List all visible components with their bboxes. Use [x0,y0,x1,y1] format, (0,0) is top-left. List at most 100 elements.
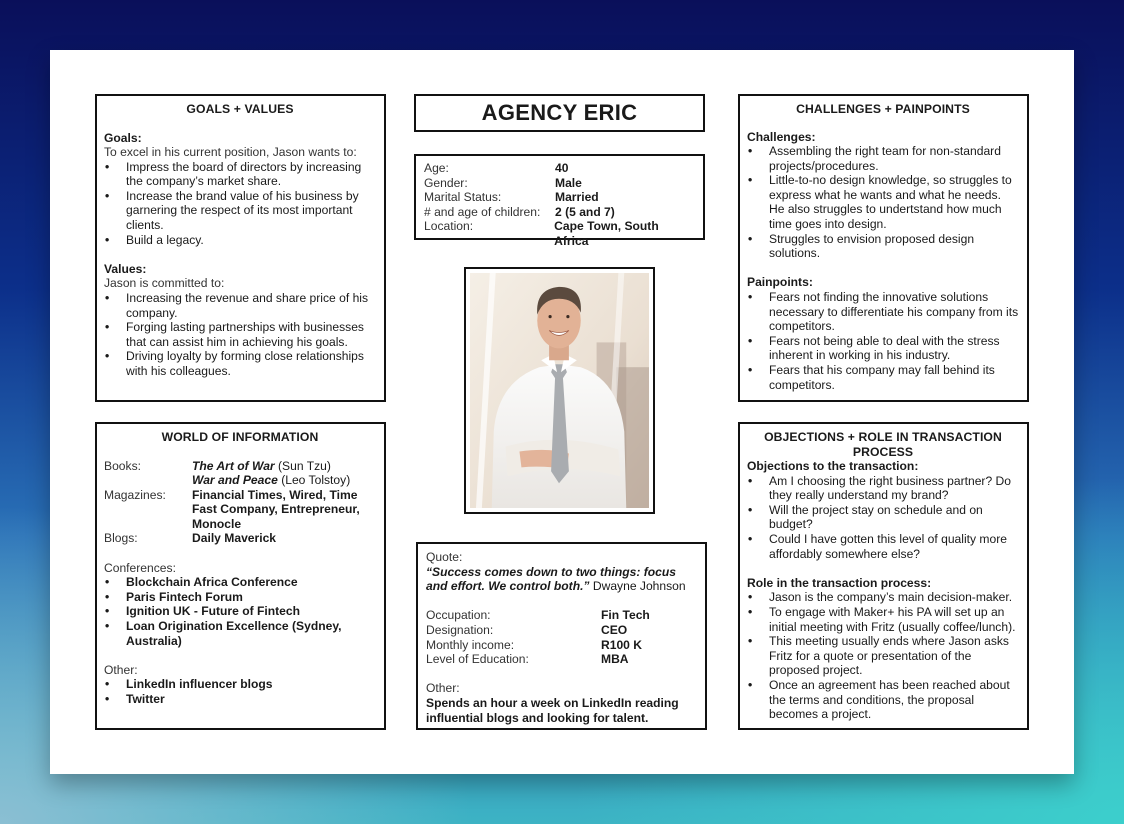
challenge-item: Assembling the right team for non-standa… [747,144,1019,173]
detail-value: Fin Tech [601,608,650,623]
demographic-label: Gender: [424,175,468,190]
objections-role-box: OBJECTIONS + ROLE IN TRANSACTION PROCESS… [738,422,1029,730]
conference-item: Loan Origination Excellence (Sydney, Aus… [104,619,376,648]
demographic-row-marital-status: Marital Status: Married [424,190,695,205]
detail-row-monthly-income: Monthly income: R100 K [426,638,697,653]
goals-list: Impress the board of directors by increa… [104,160,376,248]
detail-row-occupation: Occupation: Fin Tech [426,608,697,623]
challenges-painpoints-title: CHALLENGES + PAINPOINTS [796,102,970,116]
objections-heading: Objections to the transaction: [747,459,919,473]
other-list: LinkedIn influencer blogs Twitter [104,677,376,706]
books-row: Books: The Art of War (Sun Tzu) War and … [104,459,376,488]
magazines-row: Magazines: Financial Times, Wired, Time … [104,488,376,532]
goals-values-title: GOALS + VALUES [186,102,294,116]
role-item: Once an agreement has been reached about… [747,678,1019,722]
challenges-list: Assembling the right team for non-standa… [747,144,1019,261]
conferences-label: Conferences: [104,560,176,575]
detail-label: Designation: [426,622,494,637]
painpoint-item: Fears not finding the innovative solutio… [747,290,1019,334]
quote-text: “Success comes down to two things: focus… [426,565,697,594]
demographic-label: # and age of children: [424,204,541,219]
role-item: To engage with Maker+ his PA will set up… [747,605,1019,634]
demographics-box: Age: 40 Gender: Male Marital Status: Mar… [414,154,705,248]
book-item: The Art of War (Sun Tzu) [192,458,331,473]
goals-intro: To excel in his current position, Jason … [104,145,357,160]
values-heading: Values: [104,261,147,276]
value-item: Increasing the revenue and share price o… [104,291,376,320]
persona-photo-frame [464,267,655,514]
persona-title-box: AGENCY ERIC [414,94,705,132]
world-of-information-title: WORLD OF INFORMATION [161,430,319,444]
painpoint-item: Fears that his company may fall behind i… [747,363,1019,392]
quote-author: Dwayne Johnson [592,579,686,594]
persona-photo-illustration [470,273,649,508]
other-label: Other: [426,681,460,696]
other-item: LinkedIn influencer blogs [104,677,376,692]
persona-photo-icon [470,273,649,508]
demographic-row-age: Age: 40 [424,161,695,176]
other-item: Twitter [104,692,376,707]
goal-item: Build a legacy. [104,233,376,248]
demographic-value: Married [555,190,599,205]
detail-label: Monthly income: [426,637,515,652]
conference-item: Paris Fintech Forum [104,590,376,605]
goal-item: Impress the board of directors by increa… [104,160,376,189]
demographic-value: Cape Town, South Africa [554,219,659,248]
detail-label: Level of Education: [426,652,529,667]
demographic-value: Male [555,175,582,190]
detail-label: Occupation: [426,608,491,623]
goal-item: Increase the brand value of his business… [104,189,376,233]
objection-item: Will the project stay on schedule and on… [747,503,1019,532]
role-item: Jason is the company’s main decision-mak… [747,590,1019,605]
demographic-row-children: # and age of children: 2 (5 and 7) [424,205,695,220]
demographic-value: 40 [555,161,569,175]
conference-item: Blockchain Africa Conference [104,575,376,590]
challenges-heading: Challenges: [747,129,816,144]
demographic-row-gender: Gender: Male [424,176,695,191]
values-list: Increasing the revenue and share price o… [104,291,376,379]
value-item: Driving loyalty by forming close relatio… [104,349,376,378]
demographic-label: Location: [424,219,474,234]
detail-value: CEO [601,622,628,637]
conferences-list: Blockchain Africa Conference Paris Finte… [104,575,376,648]
role-item: This meeting usually ends where Jason as… [747,634,1019,678]
book-item: War and Peace (Leo Tolstoy) [192,473,351,488]
persona-sheet: GOALS + VALUES Goals: To excel in his cu… [50,50,1074,774]
other-label: Other: [104,662,138,677]
painpoints-heading: Painpoints: [747,275,813,290]
quote-occupation-box: Quote: “Success comes down to two things… [416,542,707,730]
demographic-label: Age: [424,161,449,175]
detail-value: R100 K [601,637,643,652]
painpoint-item: Fears not being able to deal with the st… [747,334,1019,363]
detail-value: MBA [601,652,629,667]
challenge-item: Little-to-no design knowledge, so strugg… [747,173,1019,231]
demographic-value: 2 (5 and 7) [555,204,615,219]
painpoints-list: Fears not finding the innovative solutio… [747,290,1019,392]
demographic-row-location: Location: Cape Town, South Africa [424,219,695,248]
objections-list: Am I choosing the right business partner… [747,474,1019,562]
quote-label: Quote: [426,550,463,564]
magazines-value: Financial Times, Wired, Time Fast Compan… [192,487,360,531]
world-of-information-box: WORLD OF INFORMATION Books: The Art of W… [95,422,386,730]
value-item: Forging lasting partnerships with busine… [104,320,376,349]
objections-role-title: OBJECTIONS + ROLE IN TRANSACTION PROCESS [764,430,1002,459]
objection-item: Could I have gotten this level of qualit… [747,532,1019,561]
goals-heading: Goals: [104,130,142,145]
challenges-painpoints-box: CHALLENGES + PAINPOINTS Challenges: Asse… [738,94,1029,402]
role-heading: Role in the transaction process: [747,575,932,590]
detail-row-education: Level of Education: MBA [426,652,697,667]
conference-item: Ignition UK - Future of Fintech [104,604,376,619]
detail-row-designation: Designation: CEO [426,623,697,638]
books-label: Books: [104,458,141,473]
other-text: Spends an hour a week on LinkedIn readin… [426,695,679,725]
blogs-row: Blogs: Daily Maverick [104,531,376,546]
challenge-item: Struggles to envision proposed design so… [747,232,1019,261]
magazines-label: Magazines: [104,487,166,502]
goals-values-box: GOALS + VALUES Goals: To excel in his cu… [95,94,386,402]
objection-item: Am I choosing the right business partner… [747,474,1019,503]
blogs-value: Daily Maverick [192,531,277,546]
persona-name: AGENCY ERIC [481,99,638,125]
values-intro: Jason is committed to: [104,276,225,291]
demographic-label: Marital Status: [424,190,502,205]
role-list: Jason is the company’s main decision-mak… [747,590,1019,721]
